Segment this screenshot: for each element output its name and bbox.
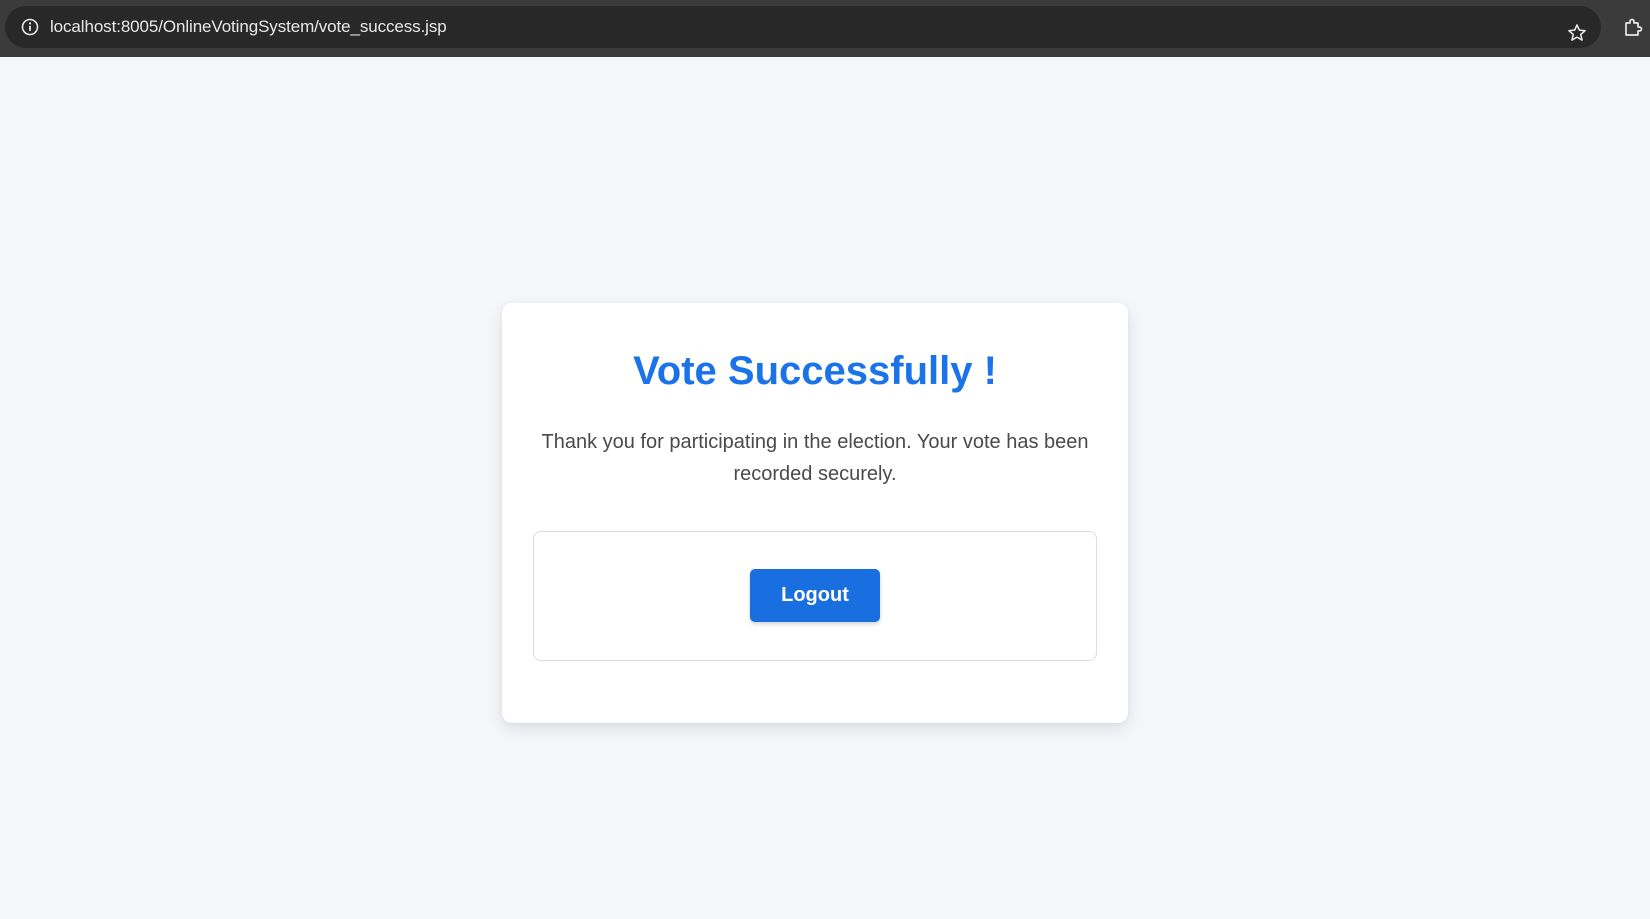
address-bar[interactable]: localhost:8005/OnlineVotingSystem/vote_s… [5, 6, 1601, 48]
browser-toolbar: localhost:8005/OnlineVotingSystem/vote_s… [0, 0, 1650, 57]
logout-button[interactable]: Logout [750, 569, 880, 622]
info-icon[interactable] [21, 18, 39, 36]
page-title: Vote Successfully ! [633, 349, 997, 393]
puzzle-icon[interactable] [1621, 16, 1645, 40]
star-icon[interactable] [1566, 22, 1588, 44]
success-message: Thank you for participating in the elect… [541, 431, 1089, 485]
url-text[interactable]: localhost:8005/OnlineVotingSystem/vote_s… [50, 17, 447, 37]
action-box: Logout [533, 531, 1097, 661]
success-card: Vote Successfully ! Thank you for partic… [502, 303, 1128, 723]
page-content: Vote Successfully ! Thank you for partic… [0, 57, 1650, 919]
